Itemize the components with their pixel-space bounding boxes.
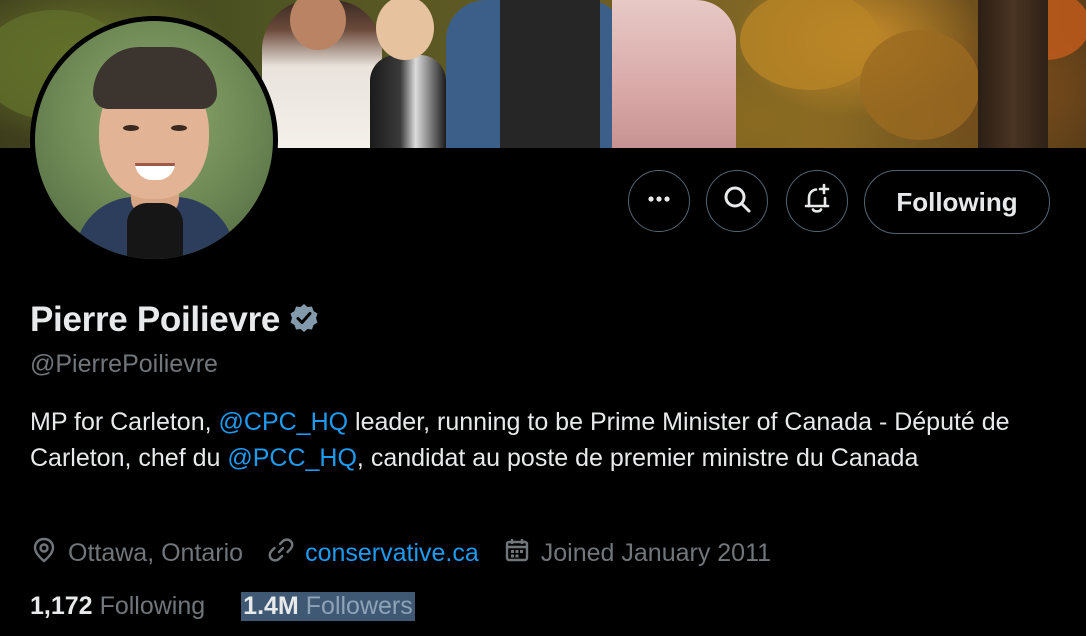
profile-name-row: Pierre Poilievre (30, 300, 320, 340)
more-icon (644, 184, 674, 219)
avatar-photo (35, 21, 273, 259)
calendar-icon (503, 536, 531, 571)
following-count-link[interactable]: 1,172 Following (30, 592, 205, 621)
verified-badge-icon[interactable] (288, 302, 320, 339)
notifications-button[interactable] (786, 170, 848, 232)
website[interactable]: conservative.ca (267, 536, 479, 571)
bio-text: MP for Carleton, (30, 408, 219, 436)
link-icon (267, 536, 295, 571)
profile-handle: @PierrePoilievre (30, 350, 218, 378)
mention-link-cpc[interactable]: @CPC_HQ (219, 408, 349, 436)
followers-label: Followers (305, 592, 413, 620)
following-label: Following (99, 592, 206, 620)
profile-bio: MP for Carleton, @CPC_HQ leader, running… (30, 404, 1060, 476)
profile-avatar[interactable] (30, 16, 278, 264)
location-pin-icon (30, 536, 58, 571)
search-icon (721, 183, 753, 220)
profile-meta: Ottawa, Ontario conservative.ca Joined J… (30, 536, 795, 571)
bio-text: , candidat au poste de premier ministre … (356, 444, 919, 472)
profile-name: Pierre Poilievre (30, 300, 281, 339)
mention-link-pcc[interactable]: @PCC_HQ (227, 444, 357, 472)
join-date-text: Joined January 2011 (540, 539, 772, 567)
followers-count: 1.4M (243, 592, 299, 620)
join-date: Joined January 2011 (503, 536, 771, 571)
more-options-button[interactable] (628, 170, 690, 232)
bell-plus-icon (800, 182, 834, 221)
search-posts-button[interactable] (706, 170, 768, 232)
following-button[interactable]: Following (864, 170, 1050, 234)
followers-count-link[interactable]: 1.4M Followers (241, 592, 415, 621)
location-text: Ottawa, Ontario (68, 539, 244, 567)
profile-stats: 1,172 Following 1.4M Followers (30, 592, 415, 621)
website-link[interactable]: conservative.ca (305, 539, 479, 568)
following-count: 1,172 (30, 592, 93, 620)
location: Ottawa, Ontario (30, 536, 243, 571)
